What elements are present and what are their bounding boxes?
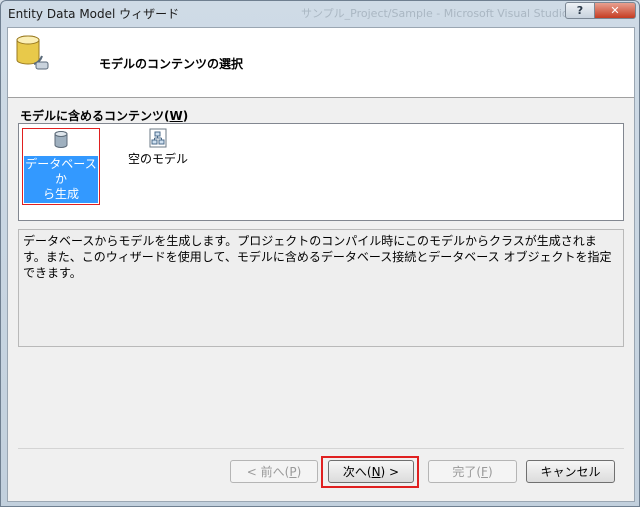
description-box: データベースからモデルを生成します。プロジェクトのコンパイル時にこのモデルからク… [18,229,624,347]
database-icon [54,131,68,148]
empty-model-item[interactable]: 空のモデル [122,128,194,167]
footer-divider [18,448,624,449]
background-window-title: サンプル_Project/Sample - Microsoft Visual S… [301,7,569,20]
generate-from-database-label: データベースか ら生成 [24,156,98,203]
window-title: Entity Data Model ウィザード [8,7,180,21]
wizard-content: モデルのコンテンツの選択 モデルに含めるコンテンツ(W) データベースから生成 [7,27,635,502]
selection-highlight: データベースか ら生成 [22,128,100,205]
back-button[interactable]: < 前へ(P) [230,460,318,483]
next-button[interactable]: 次へ(N) > [328,460,414,483]
generate-from-database-item[interactable]: データベースか ら生成 [22,128,100,205]
description-text: データベースからモデルを生成します。プロジェクトのコンパイル時にこのモデルからク… [23,234,612,280]
title-bar[interactable]: Entity Data Model ウィザード サンプル_Project/Sam… [1,1,639,25]
wizard-header: モデルのコンテンツの選択 [8,28,634,98]
contents-label: モデルに含めるコンテンツ(W) [20,109,189,123]
close-button[interactable]: ✕ [594,2,636,19]
empty-model-icon [149,128,167,148]
finish-button[interactable]: 完了(F) [428,460,517,483]
cancel-button[interactable]: キャンセル [526,460,615,483]
model-contents-list[interactable]: データベースか ら生成 空のモデル [18,123,624,221]
database-wizard-icon [16,35,49,70]
page-title: モデルのコンテンツの選択 [99,57,244,71]
help-button[interactable]: ? [565,2,595,19]
empty-model-label: 空のモデル [127,152,188,166]
wizard-window: Entity Data Model ウィザード サンプル_Project/Sam… [0,0,640,507]
